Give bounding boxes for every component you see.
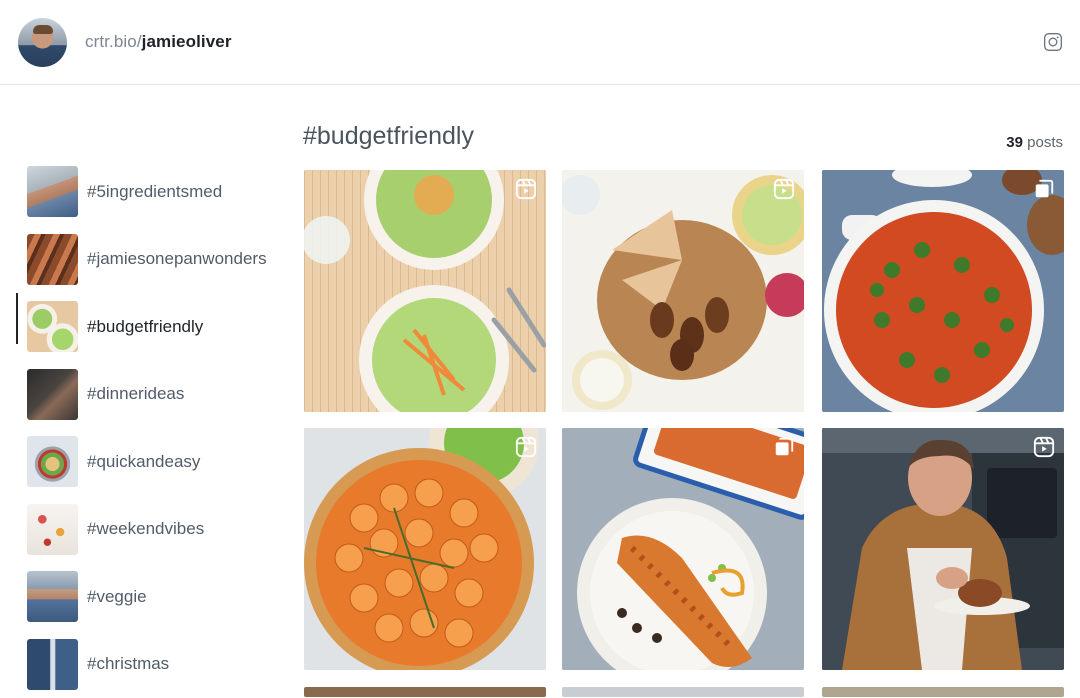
hashtag-thumbnail — [27, 301, 78, 352]
sidebar-item-label: #weekendvibes — [87, 519, 204, 539]
top-header: crtr.bio/jamieoliver — [0, 0, 1080, 85]
site-domain: crtr.bio/ — [85, 32, 142, 51]
post-image — [562, 428, 804, 670]
sidebar-item-label: #jamiesonepanwonders — [87, 249, 267, 269]
instagram-icon[interactable] — [1043, 32, 1063, 52]
hashtag-thumbnail — [27, 166, 78, 217]
post-image — [304, 428, 546, 670]
post-image — [822, 428, 1064, 670]
reels-icon — [1033, 436, 1055, 458]
hashtag-thumbnail — [27, 369, 78, 420]
sidebar-item-label: #veggie — [87, 587, 147, 607]
sidebar-item-jamiesonepanwonders[interactable]: #jamiesonepanwonders — [0, 226, 290, 294]
sidebar-item-dinnerideas[interactable]: #dinnerideas — [0, 361, 290, 429]
post-tile[interactable] — [562, 428, 804, 670]
post-tile[interactable] — [304, 428, 546, 670]
sidebar-item-5ingredientsmed[interactable]: #5ingredientsmed — [0, 158, 290, 226]
hashtag-thumbnail — [27, 234, 78, 285]
post-tile[interactable] — [562, 170, 804, 412]
sidebar-item-christmas[interactable]: #christmas — [0, 631, 290, 698]
post-tile[interactable] — [822, 170, 1064, 412]
reels-icon — [773, 178, 795, 200]
carousel-icon — [1033, 178, 1055, 200]
post-tile[interactable] — [304, 170, 546, 412]
post-tile[interactable] — [304, 687, 546, 697]
post-tile[interactable] — [822, 687, 1064, 697]
post-count: 39 posts — [1006, 134, 1063, 151]
sidebar-item-label: #christmas — [87, 654, 169, 674]
post-tile[interactable] — [822, 428, 1064, 670]
sidebar-item-budgetfriendly[interactable]: #budgetfriendly — [0, 293, 290, 361]
post-image — [304, 170, 546, 412]
sidebar-item-label: #dinnerideas — [87, 384, 184, 404]
carousel-icon — [773, 436, 795, 458]
post-image — [822, 170, 1064, 412]
sidebar-item-veggie[interactable]: #veggie — [0, 563, 290, 631]
profile-link[interactable]: crtr.bio/jamieoliver — [85, 32, 232, 52]
post-count-number: 39 — [1006, 134, 1023, 151]
post-count-unit: posts — [1027, 134, 1063, 151]
sidebar-item-label: #quickandeasy — [87, 452, 200, 472]
reels-icon — [515, 178, 537, 200]
hashtag-thumbnail — [27, 504, 78, 555]
page-title: #budgetfriendly — [303, 122, 474, 151]
hashtag-thumbnail — [27, 639, 78, 690]
profile-avatar[interactable] — [18, 18, 67, 67]
sidebar-item-label: #5ingredientsmed — [87, 182, 222, 202]
hashtag-sidebar: #5ingredientsmed #jamiesonepanwonders #b… — [0, 158, 290, 698]
hashtag-thumbnail — [27, 436, 78, 487]
reels-icon — [515, 436, 537, 458]
sidebar-item-label: #budgetfriendly — [87, 317, 203, 337]
sidebar-item-quickandeasy[interactable]: #quickandeasy — [0, 428, 290, 496]
sidebar-item-weekendvibes[interactable]: #weekendvibes — [0, 496, 290, 564]
post-tile[interactable] — [562, 687, 804, 697]
post-image — [562, 170, 804, 412]
profile-handle: jamieoliver — [142, 32, 232, 51]
hashtag-thumbnail — [27, 571, 78, 622]
